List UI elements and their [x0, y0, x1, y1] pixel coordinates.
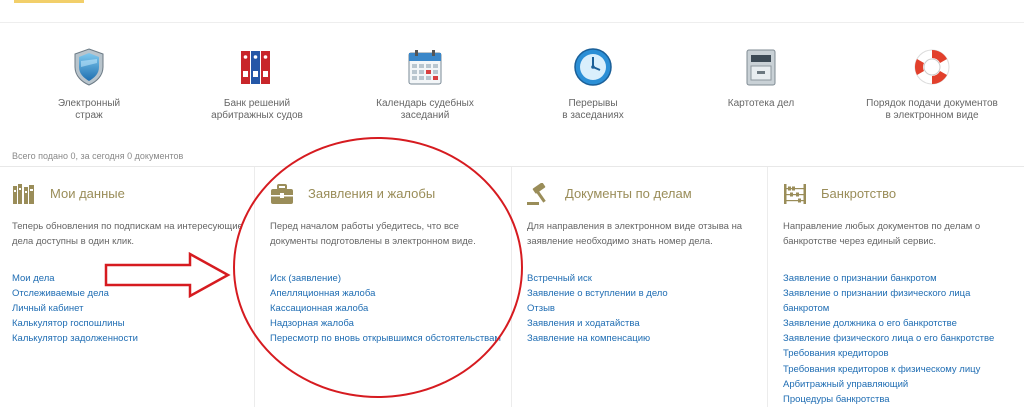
link-supervisory[interactable]: Надзорная жалоба [270, 316, 506, 331]
link-bankruptcy-claim[interactable]: Заявление о признании банкротом [783, 271, 1019, 286]
link-counterclaim[interactable]: Встречный иск [527, 271, 763, 286]
service-label: Порядок подачи документов в электронном … [866, 98, 998, 121]
service-label: Электронный страж [57, 98, 121, 121]
services-row: Электронный страж Банк решений арбитражн… [0, 45, 1024, 135]
books-icon [12, 183, 36, 205]
briefcase-icon [270, 183, 294, 205]
section-links: Заявление о признании банкротом Заявлени… [783, 271, 1019, 407]
link-claim[interactable]: Иск (заявление) [270, 271, 506, 286]
link-response[interactable]: Отзыв [527, 301, 763, 316]
service-label: Перерывы в заседаниях [562, 98, 624, 121]
service-case-files[interactable]: Картотека дел [676, 45, 846, 110]
link-compensation[interactable]: Заявление на компенсацию [527, 331, 763, 346]
abacus-icon [783, 183, 807, 205]
logo-strip [14, 0, 84, 3]
link-bankruptcy-procedures[interactable]: Процедуры банкротства [783, 392, 1019, 407]
binders-icon [235, 45, 279, 89]
link-individual-bankruptcy-claim[interactable]: Заявление о признании физического лица [783, 286, 1019, 301]
link-debtor-bankruptcy[interactable]: Заявление должника о его банкротстве [783, 316, 1019, 331]
link-personal-account[interactable]: Личный кабинет [12, 301, 248, 316]
annotation-circle [233, 137, 523, 398]
link-arbitration-manager[interactable]: Арбитражный управляющий [783, 377, 1019, 392]
section-description: Перед началом работы убедитесь, что все … [270, 221, 476, 247]
section-case-documents: Документы по делам Для направления в эле… [511, 167, 742, 407]
cabinet-icon [739, 45, 783, 89]
submission-counter: Всего подано 0, за сегодня 0 документов [12, 151, 184, 161]
section-title: Банкротство [821, 186, 897, 201]
link-individual-bankruptcy-claim-cont[interactable]: банкротом [783, 301, 1019, 316]
link-creditor-claims-individual[interactable]: Требования кредиторов к физическому лицу [783, 362, 1019, 377]
link-appeal[interactable]: Апелляционная жалоба [270, 286, 506, 301]
shield-icon [67, 45, 111, 89]
service-label: Банк решений арбитражных судов [211, 98, 303, 121]
section-bankruptcy: Банкротство Направление любых документов… [767, 167, 994, 407]
annotation-arrow [104, 252, 231, 298]
service-submission-procedure[interactable]: Порядок подачи документов в электронном … [847, 45, 1017, 122]
section-description: Направление любых документов по делам о … [783, 221, 981, 247]
section-title: Документы по делам [565, 186, 692, 201]
link-debt-calculator[interactable]: Калькулятор задолженности [12, 331, 248, 346]
service-court-calendar[interactable]: Календарь судебных заседаний [340, 45, 510, 122]
link-fee-calculator[interactable]: Калькулятор госпошлины [12, 316, 248, 331]
lifebuoy-icon [910, 45, 954, 89]
link-individual-own-bankruptcy[interactable]: Заявление физического лица о его банкрот… [783, 331, 1019, 346]
service-label: Картотека дел [727, 98, 795, 109]
section-description: Теперь обновления по подпискам на интере… [12, 221, 243, 247]
link-join-case[interactable]: Заявление о вступлении в дело [527, 286, 763, 301]
service-decisions-bank[interactable]: Банк решений арбитражных судов [172, 45, 342, 122]
section-description: Для направления в электронном виде отзыв… [527, 221, 743, 247]
link-review-new-circumstances[interactable]: Пересмотр по вновь открывшимся обстоятел… [270, 331, 506, 346]
service-label: Календарь судебных заседаний [376, 98, 474, 121]
gavel-icon [527, 182, 551, 205]
service-electronic-guard[interactable]: Электронный страж [4, 45, 174, 122]
calendar-icon [403, 45, 447, 89]
link-cassation[interactable]: Кассационная жалоба [270, 301, 506, 316]
section-links: Встречный иск Заявление о вступлении в д… [527, 271, 763, 346]
section-title: Заявления и жалобы [308, 186, 436, 201]
link-creditor-claims[interactable]: Требования кредиторов [783, 346, 1019, 361]
clock-icon [571, 45, 615, 89]
top-bar [0, 0, 1024, 23]
link-motions[interactable]: Заявления и ходатайства [527, 316, 763, 331]
section-links: Иск (заявление) Апелляционная жалоба Кас… [270, 271, 506, 346]
section-title: Мои данные [50, 186, 125, 201]
service-breaks[interactable]: Перерывы в заседаниях [508, 45, 678, 122]
section-claims-complaints: Заявления и жалобы Перед началом работы … [254, 167, 501, 407]
